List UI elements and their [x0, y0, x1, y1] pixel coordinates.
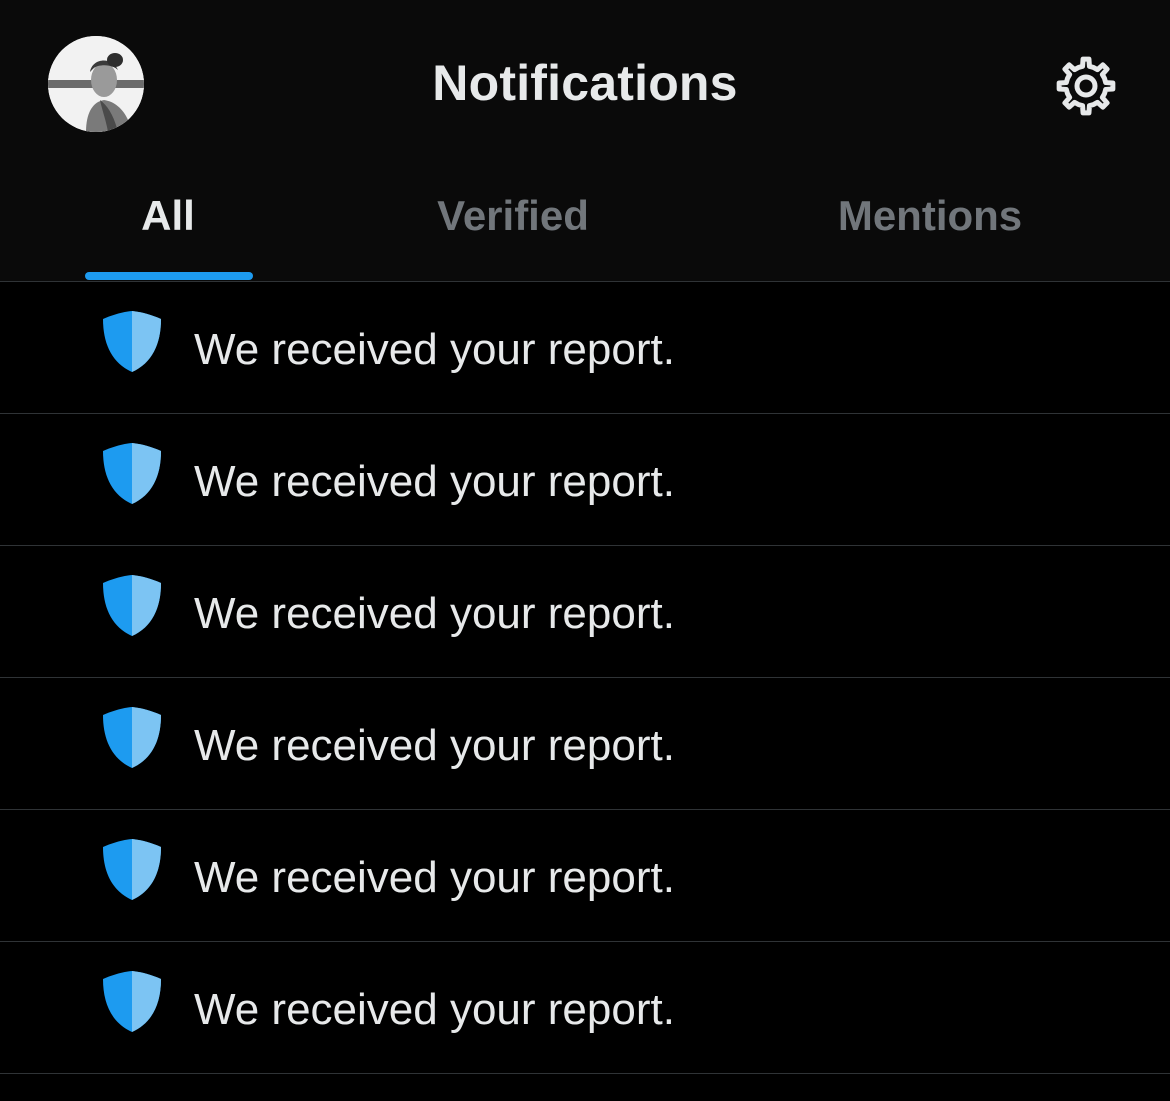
- shield-icon: [100, 704, 164, 770]
- tab-mentions[interactable]: Mentions: [800, 180, 1060, 280]
- notification-text: We received your report.: [194, 985, 675, 1034]
- notification-tabs: All Verified Mentions: [0, 180, 1170, 282]
- gear-icon: [1056, 56, 1116, 116]
- tab-label: All: [141, 192, 195, 239]
- notification-item[interactable]: We received your report.: [0, 810, 1170, 942]
- notification-item[interactable]: We received your report.: [0, 942, 1170, 1074]
- notification-text: We received your report.: [194, 325, 675, 374]
- notification-list: We received your report. We received you…: [0, 282, 1170, 1074]
- top-bar: Notifications All Verified Mentions: [0, 0, 1170, 282]
- notification-item[interactable]: We received your report.: [0, 414, 1170, 546]
- settings-button[interactable]: [1050, 50, 1122, 122]
- notification-text: We received your report.: [194, 589, 675, 638]
- shield-icon: [100, 440, 164, 506]
- shield-icon: [100, 308, 164, 374]
- tab-label: Mentions: [837, 192, 1023, 239]
- notification-text: We received your report.: [194, 853, 675, 902]
- notification-item[interactable]: We received your report.: [0, 678, 1170, 810]
- notification-item[interactable]: We received your report.: [0, 282, 1170, 414]
- tab-label: Verified: [437, 192, 589, 239]
- tab-verified[interactable]: Verified: [400, 180, 626, 280]
- notification-item[interactable]: We received your report.: [0, 546, 1170, 678]
- page-title: Notifications: [432, 55, 738, 111]
- shield-icon: [100, 836, 164, 902]
- shield-icon: [100, 572, 164, 638]
- shield-icon: [100, 968, 164, 1034]
- notification-text: We received your report.: [194, 457, 675, 506]
- active-tab-indicator: [85, 272, 253, 280]
- notification-text: We received your report.: [194, 721, 675, 770]
- tab-all[interactable]: All: [56, 180, 280, 280]
